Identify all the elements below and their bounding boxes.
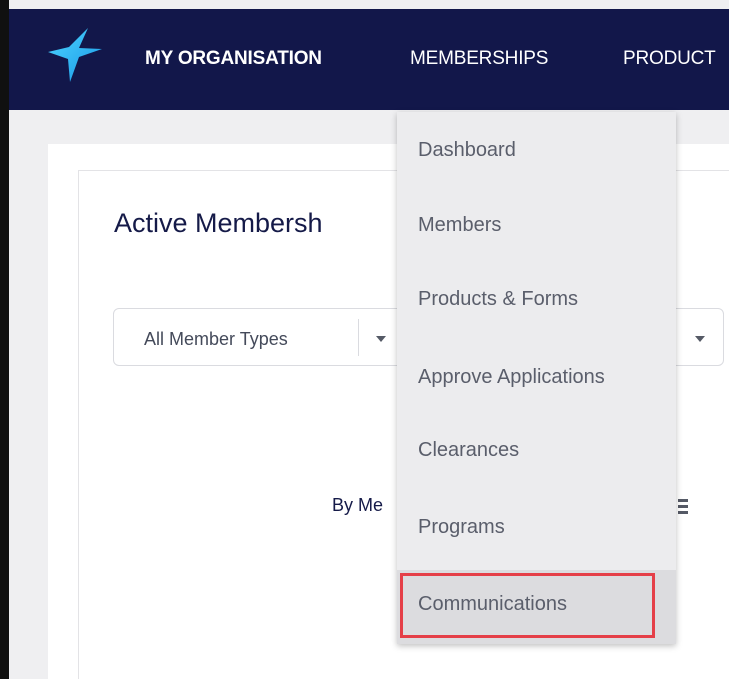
- nav-memberships[interactable]: MEMBERSHIPS: [410, 48, 548, 70]
- menu-item-communications[interactable]: Communications: [397, 570, 676, 644]
- menu-item-products-forms[interactable]: Products & Forms: [397, 260, 676, 334]
- menu-item-label: Products & Forms: [418, 288, 579, 310]
- app-frame: MY ORGANISATION MEMBERSHIPS PRODUCT Acti…: [0, 0, 729, 679]
- chart-menu-icon[interactable]: [678, 499, 688, 515]
- chevron-down-icon[interactable]: [376, 336, 386, 342]
- menu-item-approve-applications[interactable]: Approve Applications: [397, 334, 676, 408]
- menu-item-label: Members: [418, 214, 502, 236]
- menu-item-label: Clearances: [418, 439, 520, 461]
- chevron-down-icon[interactable]: [695, 336, 705, 342]
- nav-my-organisation[interactable]: MY ORGANISATION: [145, 48, 322, 70]
- menu-item-clearances[interactable]: Clearances: [397, 408, 676, 482]
- nav-products[interactable]: PRODUCT: [623, 48, 716, 70]
- filter-selected-value: All Member Types: [144, 329, 288, 349]
- star-logo-icon[interactable]: [46, 26, 104, 84]
- top-navbar: MY ORGANISATION MEMBERSHIPS PRODUCT: [9, 9, 729, 110]
- menu-item-label: Approve Applications: [418, 366, 605, 388]
- menu-item-dashboard[interactable]: Dashboard: [397, 112, 676, 186]
- memberships-dropdown-menu: Dashboard Members Products & Forms Appro…: [397, 112, 676, 644]
- menu-item-label: Programs: [418, 516, 505, 538]
- chart-subtitle: By Me: [332, 495, 384, 515]
- menu-item-label: Communications: [418, 593, 567, 615]
- page-title: Active Membersh: [114, 208, 323, 238]
- menu-item-label: Dashboard: [418, 139, 516, 161]
- menu-item-members[interactable]: Members: [397, 186, 676, 260]
- window-edge: [0, 0, 9, 679]
- filter-divider: [358, 319, 359, 356]
- menu-item-programs[interactable]: Programs: [397, 482, 676, 556]
